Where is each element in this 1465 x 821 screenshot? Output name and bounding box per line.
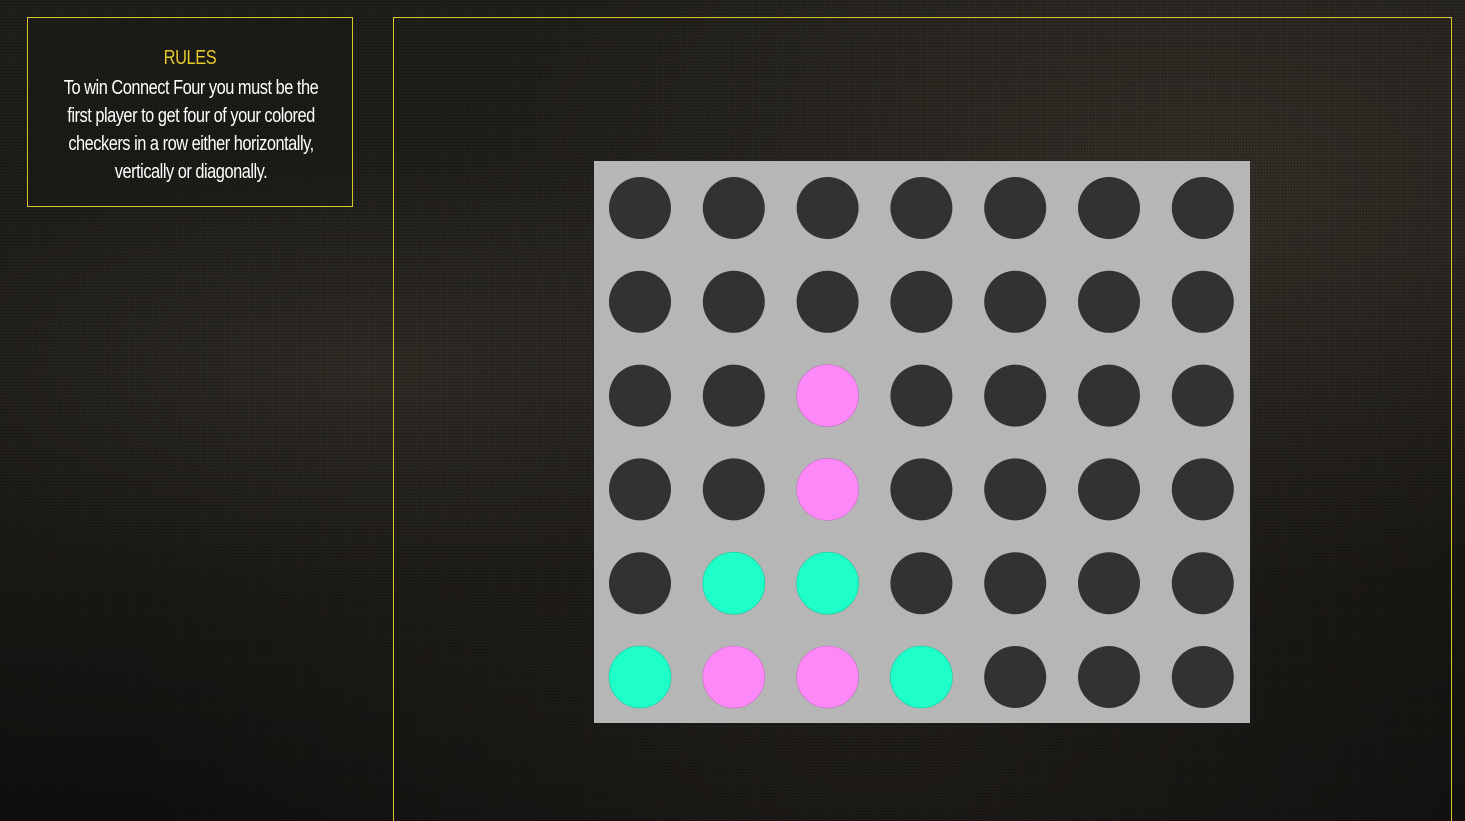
empty-slot-r5-c4[interactable] bbox=[890, 552, 953, 615]
empty-slot-r2-c2[interactable] bbox=[702, 270, 765, 333]
empty-slot-r4-c7[interactable] bbox=[1171, 458, 1234, 521]
teal-checker-r6-c1[interactable] bbox=[608, 645, 672, 709]
teal-checker-r6-c4[interactable] bbox=[890, 645, 953, 709]
teal-checker-r5-c2[interactable] bbox=[702, 551, 766, 615]
empty-slot-r1-c1[interactable] bbox=[609, 177, 671, 239]
empty-slot-r4-c4[interactable] bbox=[890, 458, 953, 521]
empty-slot-r1-c2[interactable] bbox=[702, 177, 765, 239]
empty-slot-r1-c5[interactable] bbox=[984, 177, 1047, 239]
empty-slot-r4-c6[interactable] bbox=[1078, 458, 1140, 521]
empty-slot-r6-c6[interactable] bbox=[1078, 646, 1140, 708]
empty-slot-r5-c6[interactable] bbox=[1078, 552, 1140, 615]
empty-slot-r1-c7[interactable] bbox=[1171, 177, 1234, 239]
empty-slot-r3-c4[interactable] bbox=[890, 364, 953, 427]
empty-slot-r3-c7[interactable] bbox=[1171, 364, 1234, 427]
empty-slot-r2-c1[interactable] bbox=[609, 270, 671, 333]
empty-slot-r4-c2[interactable] bbox=[702, 458, 765, 521]
empty-slot-r5-c1[interactable] bbox=[609, 552, 671, 615]
empty-slot-r2-c6[interactable] bbox=[1078, 270, 1140, 333]
pink-checker-r6-c3[interactable] bbox=[796, 645, 859, 709]
empty-slot-r2-c3[interactable] bbox=[796, 270, 859, 333]
empty-slot-r4-c5[interactable] bbox=[984, 458, 1047, 521]
teal-checker-r5-c3[interactable] bbox=[796, 551, 859, 615]
empty-slot-r3-c1[interactable] bbox=[609, 364, 671, 427]
empty-slot-r5-c7[interactable] bbox=[1171, 552, 1234, 615]
empty-slot-r4-c1[interactable] bbox=[609, 458, 671, 521]
empty-slot-r6-c5[interactable] bbox=[984, 646, 1047, 708]
connect-four-board[interactable] bbox=[594, 161, 1250, 723]
empty-slot-r1-c4[interactable] bbox=[890, 177, 953, 239]
empty-slot-r3-c6[interactable] bbox=[1078, 364, 1140, 427]
pink-checker-r6-c2[interactable] bbox=[702, 645, 766, 709]
pink-checker-r3-c3[interactable] bbox=[796, 364, 859, 427]
rules-panel: RULES To win Connect Four you must be th… bbox=[27, 17, 353, 207]
empty-slot-r5-c5[interactable] bbox=[984, 552, 1047, 615]
empty-slot-r3-c5[interactable] bbox=[984, 364, 1047, 427]
empty-slot-r6-c7[interactable] bbox=[1171, 646, 1234, 708]
empty-slot-r2-c5[interactable] bbox=[984, 270, 1047, 333]
empty-slot-r1-c6[interactable] bbox=[1078, 177, 1140, 239]
empty-slot-r1-c3[interactable] bbox=[796, 177, 859, 239]
rules-text: To win Connect Four you must be the firs… bbox=[63, 77, 319, 183]
empty-slot-r3-c2[interactable] bbox=[702, 364, 765, 427]
pink-checker-r4-c3[interactable] bbox=[796, 458, 859, 521]
empty-slot-r2-c4[interactable] bbox=[890, 270, 953, 333]
empty-slot-r2-c7[interactable] bbox=[1171, 270, 1234, 333]
board-background bbox=[594, 161, 1250, 723]
rules-title: RULES bbox=[163, 47, 217, 69]
